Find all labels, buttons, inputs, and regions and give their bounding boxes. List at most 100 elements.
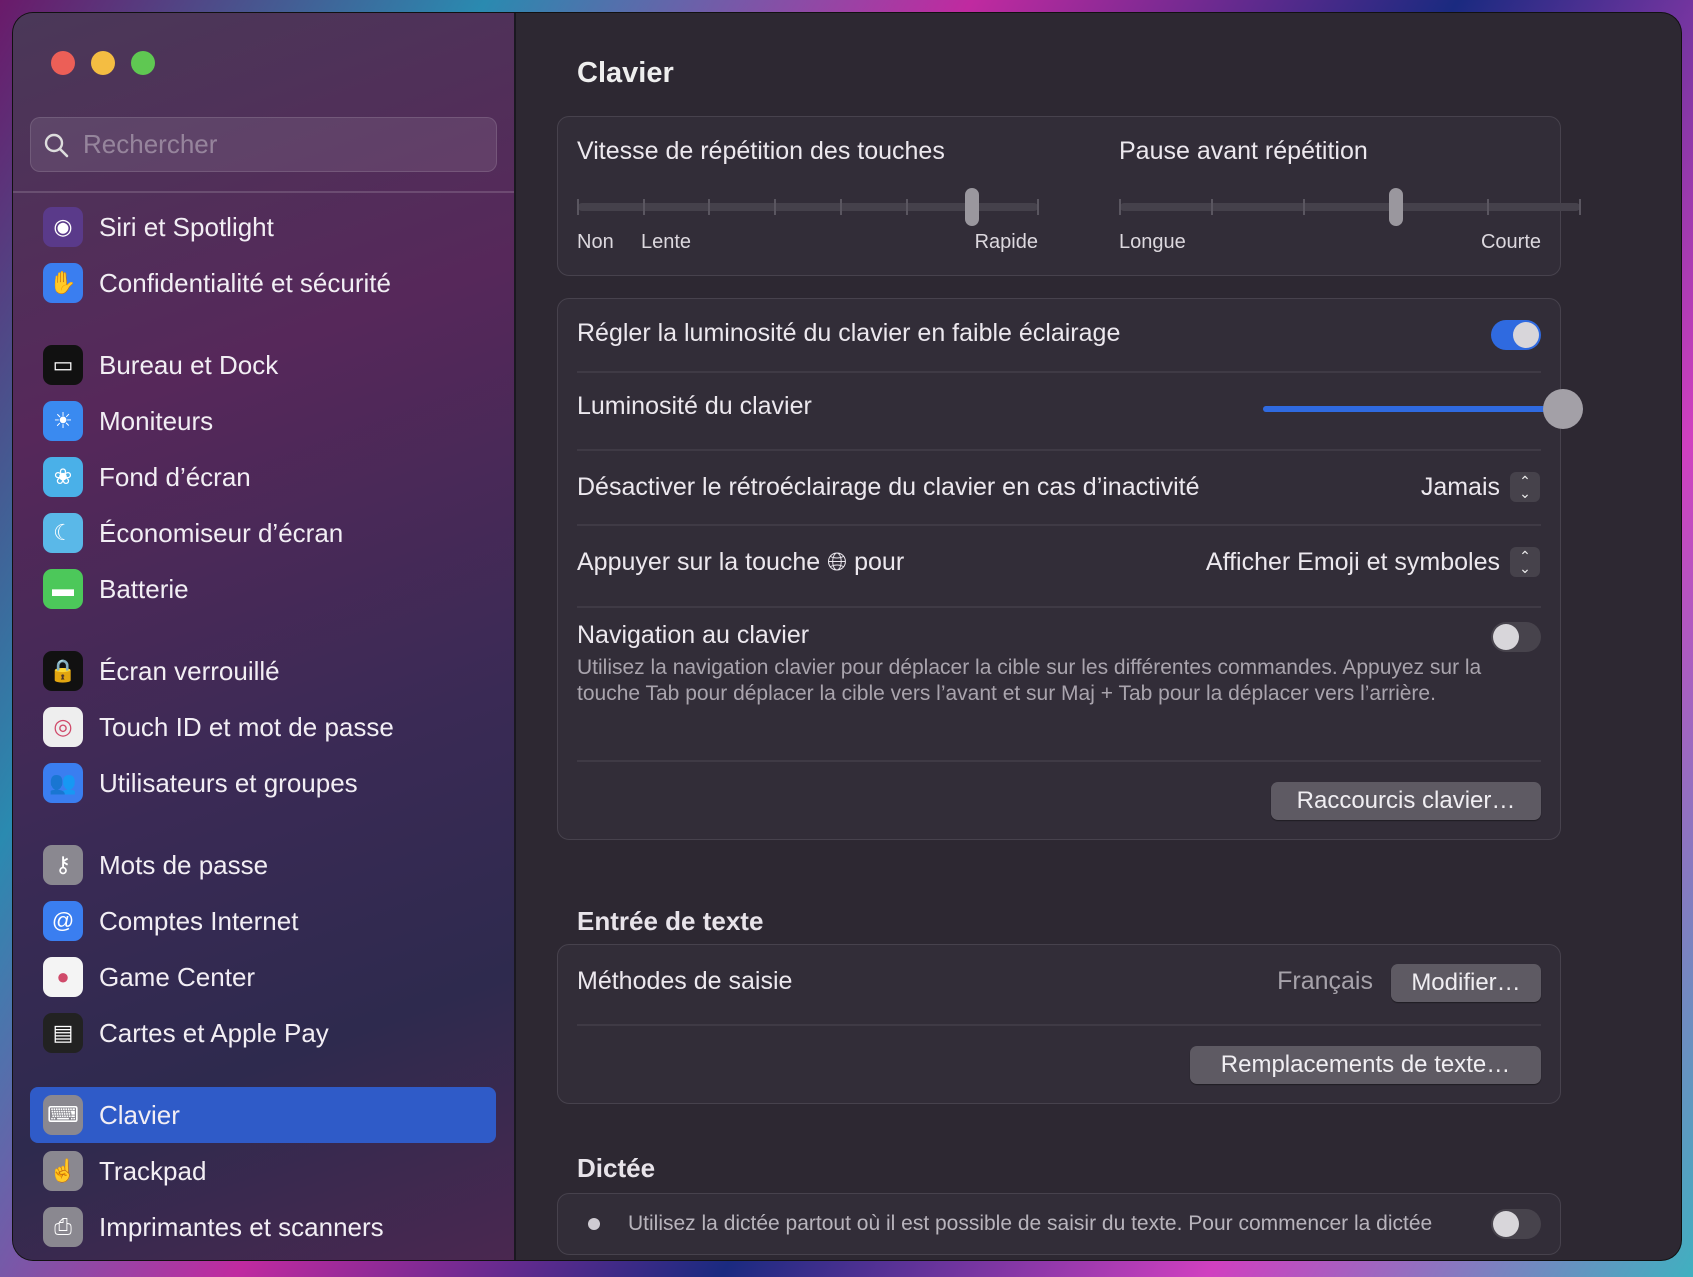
sidebar-item-label: Game Center bbox=[99, 961, 256, 992]
hand-icon: ✋ bbox=[43, 263, 83, 303]
game-center-icon: ● bbox=[43, 957, 83, 997]
close-button[interactable] bbox=[51, 51, 75, 75]
sidebar-item-label: Économiseur d’écran bbox=[99, 517, 344, 548]
auto-brightness-label: Régler la luminosité du clavier en faibl… bbox=[577, 319, 1121, 347]
key-repeat-label: Vitesse de répétition des touches bbox=[577, 137, 945, 165]
sidebar-item-moniteurs[interactable]: ☀ Moniteurs bbox=[30, 393, 496, 449]
wallet-icon: ▤ bbox=[43, 1013, 83, 1053]
dictation-toggle[interactable] bbox=[1491, 1209, 1541, 1239]
sidebar-item-mots-de-passe[interactable]: ⚷ Mots de passe bbox=[30, 837, 496, 893]
sidebar-item-fond-d-e-cran[interactable]: ❀ Fond d’écran bbox=[30, 449, 496, 505]
page-title: Clavier bbox=[577, 57, 674, 89]
toggle-knob bbox=[1493, 1211, 1519, 1237]
delay-label: Pause avant répétition bbox=[1119, 137, 1368, 165]
modify-input-methods-button[interactable]: Modifier… bbox=[1391, 964, 1541, 1002]
sidebar-item-label: Touch ID et mot de passe bbox=[99, 711, 394, 742]
sidebar-item-bureau-et-dock[interactable]: ▭ Bureau et Dock bbox=[30, 337, 496, 393]
sidebar-item-label: Imprimantes et scanners bbox=[99, 1211, 384, 1242]
flower-icon: ❀ bbox=[43, 457, 83, 497]
slider-tick bbox=[708, 199, 711, 215]
search-field[interactable] bbox=[30, 117, 497, 172]
keyboard-settings-group: Régler la luminosité du clavier en faibl… bbox=[557, 298, 1583, 840]
text-input-heading: Entrée de texte bbox=[577, 906, 764, 936]
fingerprint-icon: ◎ bbox=[43, 707, 83, 747]
delay-short-label: Courte bbox=[1480, 231, 1541, 253]
slider-tick bbox=[839, 199, 842, 215]
sidebar-item-e-conomiseur-d-e-cran[interactable]: ☾ Économiseur d’écran bbox=[30, 505, 496, 561]
slider-tick bbox=[1211, 199, 1213, 215]
sidebar-item-utilisateurs-et-groupes[interactable]: 👥 Utilisateurs et groupes bbox=[30, 755, 496, 811]
delay-long-label: Longue bbox=[1119, 231, 1186, 253]
slider-tick bbox=[774, 199, 777, 215]
slider-tick bbox=[1487, 199, 1489, 215]
sidebar: ◉ Siri et Spotlight ✋ Confidentialité et sé… bbox=[13, 13, 516, 1260]
key-icon: ⚷ bbox=[43, 845, 83, 885]
sidebar-item-touch-id-et-mot-de-passe[interactable]: ◎ Touch ID et mot de passe bbox=[30, 699, 496, 755]
key-repeat-slider[interactable] bbox=[577, 188, 1039, 226]
toggle-knob bbox=[1513, 322, 1539, 348]
auto-brightness-toggle[interactable] bbox=[1491, 320, 1541, 350]
key-repeat-slow-label: Lente bbox=[641, 231, 692, 253]
dictation-description: Utilisez la dictée partout où il est pos… bbox=[628, 1212, 1433, 1235]
divider bbox=[577, 606, 1541, 608]
sun-icon: ☀ bbox=[43, 401, 83, 441]
key-repeat-min-label: Non bbox=[577, 231, 614, 253]
sidebar-item-label: Écran verrouillé bbox=[99, 655, 280, 686]
backlight-off-label: Désactiver le rétroéclairage du clavier … bbox=[577, 473, 1200, 501]
keyboard-nav-toggle[interactable] bbox=[1491, 622, 1541, 652]
slider-tick bbox=[642, 199, 645, 215]
slider-thumb[interactable] bbox=[965, 188, 980, 226]
divider bbox=[577, 524, 1541, 526]
bullet-icon bbox=[588, 1218, 600, 1230]
slider-tick bbox=[1303, 199, 1305, 215]
search-input[interactable] bbox=[83, 118, 483, 171]
text-replacements-button[interactable]: Remplacements de texte… bbox=[1190, 1046, 1541, 1084]
sidebar-item-label: Batterie bbox=[99, 573, 189, 604]
slider-tick bbox=[1119, 199, 1121, 215]
system-settings-window: ◉ Siri et Spotlight ✋ Confidentialité et sé… bbox=[13, 13, 1681, 1260]
content-pane: Clavier Vitesse de répétition des touche… bbox=[518, 13, 1681, 1260]
screensaver-icon: ☾ bbox=[43, 513, 83, 553]
input-methods-value: Français bbox=[1277, 967, 1373, 995]
sidebar-item-comptes-internet[interactable]: @ Comptes Internet bbox=[30, 893, 496, 949]
sidebar-item-label: Confidentialité et sécurité bbox=[99, 267, 391, 298]
slider-tick bbox=[905, 199, 908, 215]
sidebar-item-label: Fond d’écran bbox=[99, 461, 251, 492]
toggle-knob bbox=[1493, 624, 1519, 650]
keyboard-icon: ⌨ bbox=[43, 1095, 83, 1135]
brightness-slider-thumb[interactable] bbox=[1543, 389, 1583, 429]
sidebar-item-clavier[interactable]: ⌨ Clavier bbox=[30, 1087, 496, 1143]
keyboard-nav-label: Navigation au clavier bbox=[577, 621, 810, 649]
sidebar-item-imprimantes-et-scanners[interactable]: ⎙ Imprimantes et scanners bbox=[30, 1199, 496, 1255]
sidebar-item-batterie[interactable]: ▬ Batterie bbox=[30, 561, 496, 617]
sidebar-item-label: Clavier bbox=[99, 1099, 180, 1130]
sidebar-item-e-cran-verrouille[interactable]: 🔒 Écran verrouillé bbox=[30, 643, 496, 699]
globe-key-value: Afficher Emoji et symboles bbox=[1205, 548, 1500, 576]
slider-thumb[interactable] bbox=[1389, 188, 1403, 226]
sidebar-item-trackpad[interactable]: ☝ Trackpad bbox=[30, 1143, 496, 1199]
divider bbox=[577, 449, 1541, 451]
minimize-button[interactable] bbox=[91, 51, 115, 75]
at-icon: @ bbox=[43, 901, 83, 941]
sidebar-item-siri-et-spotlight[interactable]: ◉ Siri et Spotlight bbox=[30, 199, 496, 255]
sidebar-item-label: Cartes et Apple Pay bbox=[99, 1017, 329, 1048]
dictation-heading: Dictée bbox=[577, 1153, 656, 1183]
keyboard-nav-description: Utilisez la navigation clavier pour dépl… bbox=[577, 656, 1482, 705]
sidebar-item-confidentialite-et-se-curite[interactable]: ✋ Confidentialité et sécurité bbox=[30, 255, 496, 311]
globe-key-label: Appuyer sur la touche 🌐︎ pour bbox=[577, 534, 904, 590]
zoom-button[interactable] bbox=[131, 51, 155, 75]
sidebar-item-game-center[interactable]: ● Game Center bbox=[30, 949, 496, 1005]
globe-icon: 🌐︎ bbox=[827, 548, 848, 576]
sidebar-item-cartes-et-apple-pay[interactable]: ▤ Cartes et Apple Pay bbox=[30, 1005, 496, 1061]
sidebar-item-label: Utilisateurs et groupes bbox=[99, 767, 358, 798]
delay-slider[interactable] bbox=[1119, 188, 1581, 226]
backlight-off-value: Jamais bbox=[1420, 473, 1500, 501]
sidebar-list[interactable]: ◉ Siri et Spotlight ✋ Confidentialité et sé… bbox=[13, 193, 514, 1260]
keyboard-shortcuts-button[interactable]: Raccourcis clavier… bbox=[1271, 782, 1541, 820]
brightness-slider[interactable] bbox=[1263, 389, 1583, 429]
sidebar-item-label: Trackpad bbox=[99, 1155, 207, 1186]
lock-icon: 🔒 bbox=[43, 651, 83, 691]
text-input-group: Méthodes de saisie Français Modifier… Re… bbox=[557, 944, 1561, 1104]
sidebar-item-label: Siri et Spotlight bbox=[99, 211, 274, 242]
dictation-group: Utilisez la dictée partout où il est pos… bbox=[557, 1193, 1561, 1255]
